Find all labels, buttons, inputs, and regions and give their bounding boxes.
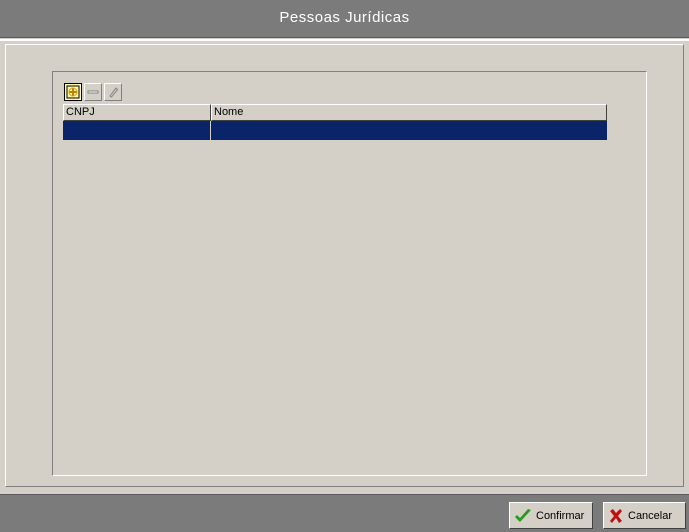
- close-icon: [610, 508, 622, 523]
- remove-icon: [87, 90, 99, 94]
- remove-record-button[interactable]: [84, 83, 102, 101]
- window-title-bar: Pessoas Jurídicas: [0, 0, 689, 38]
- grid-toolbar: [64, 83, 122, 101]
- add-icon: [66, 85, 80, 99]
- cancel-button[interactable]: Cancelar: [603, 502, 686, 529]
- cell-cnpj[interactable]: [63, 121, 211, 140]
- grid-header: CNPJ Nome: [63, 104, 607, 121]
- checkmark-icon: [515, 508, 531, 522]
- add-record-button[interactable]: [64, 83, 82, 101]
- edit-record-button[interactable]: [104, 83, 122, 101]
- table-row[interactable]: [63, 121, 607, 140]
- column-header-cnpj[interactable]: CNPJ: [63, 104, 211, 121]
- window-title: Pessoas Jurídicas: [279, 9, 410, 26]
- records-grid: CNPJ Nome: [63, 104, 607, 142]
- cancel-label: Cancelar: [628, 509, 673, 522]
- edit-icon: [109, 87, 119, 98]
- column-header-nome[interactable]: Nome: [211, 104, 607, 121]
- title-divider: [0, 39, 689, 41]
- cell-nome[interactable]: [211, 121, 607, 140]
- confirm-label: Confirmar: [536, 509, 585, 522]
- confirm-button[interactable]: Confirmar: [509, 502, 593, 529]
